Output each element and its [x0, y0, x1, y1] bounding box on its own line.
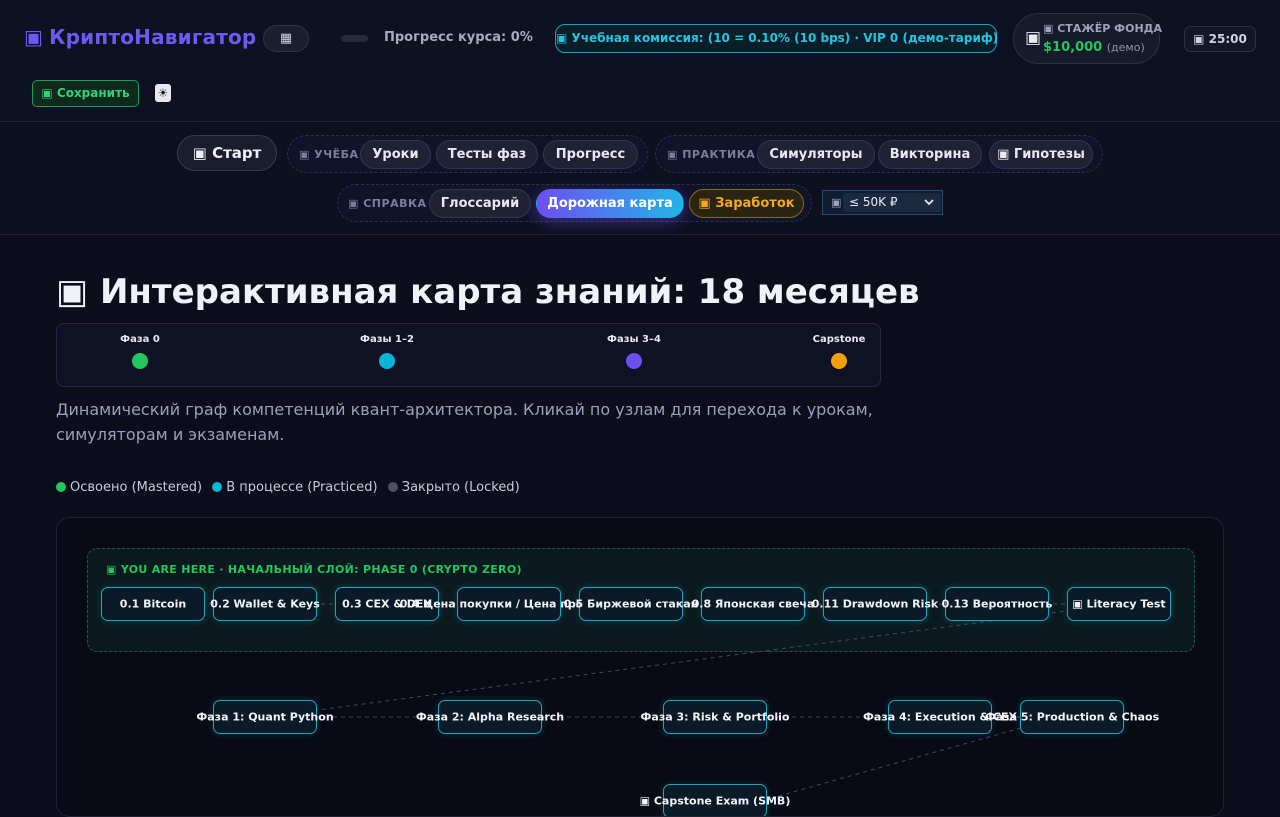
status-legend-item: Освоено (Mastered)	[56, 480, 202, 495]
graph-node[interactable]: 0.13 Вероятность	[942, 587, 1052, 621]
tab-glossary[interactable]: Глоссарий	[429, 189, 531, 218]
graph-node-label: Фаза 5: Production & Chaos	[984, 710, 1160, 724]
tab-lessons[interactable]: Уроки	[360, 140, 431, 169]
nav-group-study: ▣ УЧЁБА Уроки Тесты фаз Прогресс	[287, 135, 648, 173]
budget-select[interactable]: ▣ ≤ 50K ₽	[822, 190, 943, 215]
phase-legend-label: Фазы 1–2	[360, 334, 414, 345]
nav-group-label-study: ▣ УЧЁБА	[299, 148, 359, 161]
graph-node-label: ▣ Capstone Exam (SMB)	[639, 794, 791, 808]
theme-toggle-icon[interactable]: ☀	[155, 84, 171, 102]
tab-progress[interactable]: Прогресс	[543, 140, 638, 169]
fund-balance: $10,000 (демо)	[1043, 40, 1145, 55]
nav-group-label-reference: ▣ СПРАВКА	[348, 197, 427, 210]
graph-node-capstone[interactable]: ▣ Capstone Exam (SMB)	[640, 784, 790, 816]
status-mastered-label: Освоено (Mastered)	[70, 480, 203, 495]
nav-group-label-practice: ▣ ПРАКТИКА	[667, 148, 756, 161]
graph-node-label: 0.8 Японская свеча	[691, 597, 815, 611]
menu-toggle-button[interactable]: ▦	[263, 25, 309, 52]
commission-badge[interactable]: ▣ Учебная комиссия: (10 = 0.10% (10 bps)…	[555, 24, 998, 53]
phase-legend-item: Фазы 3–4	[589, 334, 679, 369]
session-timer[interactable]: ▣ 25:00	[1184, 26, 1256, 52]
status-dot	[56, 482, 66, 492]
graph-edges	[153, 603, 1120, 800]
phase-legend-dot	[132, 353, 148, 369]
course-progress-bar	[341, 35, 368, 42]
fund-demo-label: (демо)	[1106, 41, 1145, 54]
page-title: ▣ Интерактивная карта знаний: 18 месяцев	[56, 272, 920, 312]
fund-icon: ▣	[1025, 28, 1042, 48]
graph-node-label: 0.5 Биржевой стакан	[563, 597, 699, 611]
chevron-down-icon	[924, 199, 934, 206]
knowledge-graph: ▣ YOU ARE HERE · НАЧАЛЬНЫЙ СЛОЙ: PHASE 0…	[56, 517, 1224, 817]
graph-node[interactable]: Фаза 1: Quant Python	[196, 700, 334, 734]
budget-icon: ▣	[831, 196, 842, 209]
graph-node-label: ▣ Literacy Test	[1072, 597, 1166, 611]
status-practiced-label: В процессе (Practiced)	[226, 480, 378, 495]
graph-node-label: 0.2 Wallet & Keys	[210, 597, 320, 611]
graph-node[interactable]: 0.4 Цена покупки / Цена продажи	[400, 587, 618, 621]
graph-node-label: 0.11 Drawdown Risk	[811, 597, 939, 611]
graph-node[interactable]: 0.2 Wallet & Keys	[210, 587, 320, 621]
graph-node[interactable]: ▣ Literacy Test	[1067, 587, 1171, 621]
tab-earnings[interactable]: ▣ Заработок	[689, 189, 804, 218]
phase-legend-label: Capstone	[812, 334, 866, 345]
tab-start[interactable]: ▣ Старт	[177, 135, 277, 171]
tab-hypotheses[interactable]: ▣ Гипотезы	[989, 140, 1093, 169]
phase-legend-item: Фаза 0	[95, 334, 185, 369]
app-title: КриптоНавигатор	[49, 25, 257, 49]
fund-title: ▣ СТАЖЁР ФОНДА	[1043, 22, 1162, 35]
graph-node[interactable]: Фаза 5: Production & Chaos	[985, 700, 1159, 734]
phase-legend-dot	[626, 353, 642, 369]
nav-group-practice: ▣ ПРАКТИКА Симуляторы Викторина ▣ Гипоте…	[655, 135, 1103, 173]
fund-account-widget[interactable]: ▣ ▣ СТАЖЁР ФОНДА $10,000 (демо)	[1013, 13, 1162, 64]
nav-group-reference: ▣ СПРАВКА Глоссарий Дорожная карта ▣ Зар…	[337, 184, 812, 222]
phase-legend: Фаза 0 Фазы 1–2 Фазы 3–4 Capstone	[56, 323, 881, 387]
status-dot	[387, 482, 398, 492]
budget-select-value: ≤ 50K ₽	[849, 195, 898, 209]
graph-node-label: 0.1 Bitcoin	[119, 597, 187, 611]
status-locked-label: Закрыто (Locked)	[401, 480, 520, 495]
graph-node-label: Фаза 1: Quant Python	[196, 710, 334, 724]
fund-amount: $10,000	[1043, 40, 1103, 55]
status-legend: Освоено (Mastered) В процессе (Practiced…	[56, 480, 526, 495]
course-progress-label: Прогресс курса: 0%	[384, 30, 533, 45]
status-legend-item: Закрыто (Locked)	[387, 480, 520, 495]
graph-node[interactable]: 0.11 Drawdown Risk	[812, 587, 938, 621]
graph-node[interactable]: 0.8 Японская свеча	[692, 587, 814, 621]
tab-roadmap[interactable]: Дорожная карта	[536, 189, 684, 218]
phase-legend-item: Фазы 1–2	[342, 334, 432, 369]
status-dot	[212, 482, 223, 492]
graph-node[interactable]: Фаза 3: Risk & Portfolio	[641, 700, 789, 734]
graph-node-label: Фаза 2: Alpha Research	[415, 710, 565, 724]
intro-text: Динамический граф компетенций квант-архи…	[56, 400, 873, 444]
graph-node[interactable]: Фаза 2: Alpha Research	[416, 700, 564, 734]
graph-node-label: 0.13 Вероятность	[941, 597, 1053, 611]
app-logo[interactable]: ▣ КриптоНавигатор	[24, 25, 256, 49]
main-nav: ▣ Старт ▣ УЧЁБА Уроки Тесты фаз Прогресс…	[0, 122, 1280, 235]
phase-legend-label: Фаза 0	[120, 334, 160, 345]
phase-legend-dot	[831, 353, 847, 369]
phase-legend-label: Фазы 3–4	[607, 334, 661, 345]
status-legend-item: В процессе (Practiced)	[212, 480, 378, 495]
save-button[interactable]: ▣ Сохранить	[32, 80, 139, 107]
tab-phase-tests[interactable]: Тесты фаз	[436, 140, 538, 169]
tab-quiz[interactable]: Викторина	[878, 140, 982, 169]
graph-node[interactable]: 0.1 Bitcoin	[101, 587, 205, 621]
graph-node-label: Фаза 3: Risk & Portfolio	[640, 710, 790, 724]
budget-select-box[interactable]: ≤ 50K ₽	[843, 193, 941, 212]
phase-legend-dot	[379, 353, 395, 369]
top-header: ▣ КриптоНавигатор ▦ Прогресс курса: 0% ▣ …	[0, 0, 1280, 122]
graph-node[interactable]: 0.5 Биржевой стакан	[564, 587, 698, 621]
tab-simulators[interactable]: Симуляторы	[757, 140, 875, 169]
graph-node[interactable]: Фаза 4: Execution & CEX	[863, 700, 1017, 734]
logo-icon: ▣	[24, 25, 44, 49]
phase-legend-item: Capstone	[794, 334, 884, 369]
